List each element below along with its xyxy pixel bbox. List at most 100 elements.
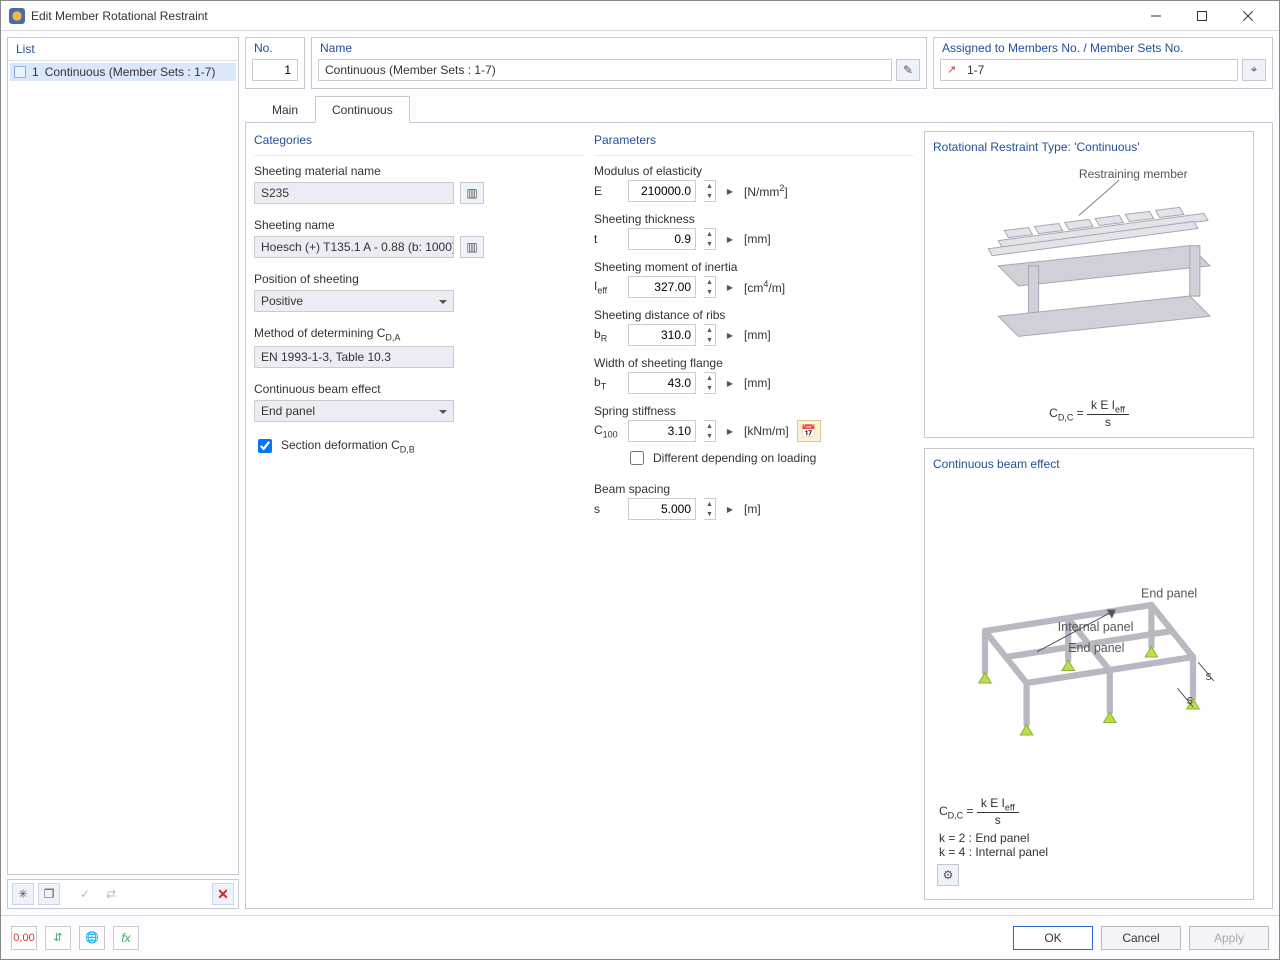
bT-label: Width of sheeting flange (594, 356, 914, 370)
method-input[interactable]: EN 1993-1-3, Table 10.3 (254, 346, 454, 368)
C100-label: Spring stiffness (594, 404, 914, 418)
E-unit: [N/mm2] (744, 183, 788, 199)
s-unit: [m] (744, 502, 761, 516)
apply-button[interactable]: Apply (1189, 926, 1269, 950)
diagram-settings-icon[interactable]: ⚙ (937, 864, 959, 886)
assigned-value: 1-7 (967, 63, 984, 77)
tab-main[interactable]: Main (255, 96, 315, 123)
t-symbol: t (594, 232, 620, 246)
categories-header: Categories (254, 131, 584, 156)
beam-effect-label: Continuous beam effect (254, 382, 584, 396)
list-header: List (8, 38, 238, 61)
tab-continuous[interactable]: Continuous (315, 96, 410, 123)
E-pick-icon[interactable]: ▶ (724, 180, 736, 202)
restraint-type-diagram: Restraining member (933, 160, 1245, 392)
beam-effect-formula: CD,C = k E Ieff s (939, 796, 1239, 827)
svg-text:s: s (1187, 693, 1193, 707)
C100-extra-icon[interactable]: 📅 (797, 420, 821, 442)
method-label: Method of determining CD,A (254, 326, 584, 342)
s-symbol: s (594, 502, 620, 516)
window-title: Edit Member Rotational Restraint (31, 9, 1133, 23)
load-depending-checkbox[interactable] (630, 451, 644, 465)
duplicate-icon[interactable]: ❐ (38, 883, 60, 905)
t-input[interactable] (628, 228, 696, 250)
s-input[interactable] (628, 498, 696, 520)
app-icon (9, 8, 25, 24)
restraint-type-title: Rotational Restraint Type: 'Continuous' (933, 140, 1245, 154)
C100-spinner[interactable]: ▲▼ (704, 420, 716, 442)
beam-effect-diagram: End panel Internal panel End panel s s (933, 477, 1245, 795)
units-icon[interactable]: 0,00 (11, 926, 37, 950)
sheeting-material-input[interactable]: S235 (254, 182, 454, 204)
sheeting-material-label: Sheeting material name (254, 164, 584, 178)
bR-pick-icon[interactable]: ▶ (724, 324, 736, 346)
load-depending-label: Different depending on loading (653, 451, 816, 465)
maximize-button[interactable] (1179, 1, 1225, 31)
I-pick-icon[interactable]: ▶ (724, 276, 736, 298)
material-library-icon[interactable]: ▥ (460, 182, 484, 204)
section-deformation-label: Section deformation CD,B (281, 438, 415, 454)
accept-icon[interactable]: ✓ (74, 883, 96, 905)
view-icon[interactable]: 🌐 (79, 926, 105, 950)
C100-pick-icon[interactable]: ▶ (724, 420, 736, 442)
E-input[interactable] (628, 180, 696, 202)
I-spinner[interactable]: ▲▼ (704, 276, 716, 298)
name-input[interactable]: Continuous (Member Sets : 1-7) (318, 59, 892, 81)
k4-note: k = 4 : Internal panel (939, 845, 1239, 859)
member-icon: ↗ (947, 63, 961, 76)
t-spinner[interactable]: ▲▼ (704, 228, 716, 250)
no-input[interactable] (252, 59, 298, 81)
bT-spinner[interactable]: ▲▼ (704, 372, 716, 394)
I-input[interactable] (628, 276, 696, 298)
delete-icon[interactable]: ✕ (212, 883, 234, 905)
minimize-button[interactable] (1133, 1, 1179, 31)
assigned-input[interactable]: ↗ 1-7 (940, 59, 1238, 81)
k2-note: k = 2 : End panel (939, 831, 1239, 845)
no-label: No. (246, 38, 304, 55)
bR-label: Sheeting distance of ribs (594, 308, 914, 322)
position-combo[interactable]: Positive (254, 290, 454, 312)
bT-pick-icon[interactable]: ▶ (724, 372, 736, 394)
section-deformation-checkbox[interactable] (258, 439, 272, 453)
fx-icon[interactable]: fx (113, 926, 139, 950)
C100-input[interactable] (628, 420, 696, 442)
sheeting-name-label: Sheeting name (254, 218, 584, 232)
s-pick-icon[interactable]: ▶ (724, 498, 736, 520)
s-label: Beam spacing (594, 482, 914, 496)
svg-text:End panel: End panel (1068, 641, 1124, 655)
title-bar: Edit Member Rotational Restraint (1, 1, 1279, 31)
cancel-button[interactable]: Cancel (1101, 926, 1181, 950)
svg-text:s: s (1205, 669, 1211, 683)
t-pick-icon[interactable]: ▶ (724, 228, 736, 250)
sheeting-name-input[interactable]: Hoesch (+) T135.1 A - 0.88 (b: 1000) | D… (254, 236, 454, 258)
ok-button[interactable]: OK (1013, 926, 1093, 950)
list-color-swatch (14, 66, 26, 78)
parameters-header: Parameters (594, 131, 914, 156)
bR-input[interactable] (628, 324, 696, 346)
list-item-label: Continuous (Member Sets : 1-7) (45, 65, 216, 79)
section-library-icon[interactable]: ▥ (460, 236, 484, 258)
t-unit: [mm] (744, 232, 771, 246)
tree-icon[interactable]: ⇵ (45, 926, 71, 950)
beam-effect-combo[interactable]: End panel (254, 400, 454, 422)
E-spinner[interactable]: ▲▼ (704, 180, 716, 202)
pick-members-icon[interactable]: ⌖ (1242, 59, 1266, 81)
beam-effect-panel: Continuous beam effect (924, 448, 1254, 900)
edit-name-icon[interactable]: ✎ (896, 59, 920, 81)
assigned-label: Assigned to Members No. / Member Sets No… (934, 38, 1272, 55)
settings-icon[interactable]: ⇄ (100, 883, 122, 905)
beam-effect-title: Continuous beam effect (933, 457, 1245, 471)
I-label: Sheeting moment of inertia (594, 260, 914, 274)
t-label: Sheeting thickness (594, 212, 914, 226)
new-icon[interactable]: ✳ (12, 883, 34, 905)
bT-input[interactable] (628, 372, 696, 394)
I-symbol: Ieff (594, 279, 620, 295)
restraint-type-panel: Rotational Restraint Type: 'Continuous' … (924, 131, 1254, 438)
list-item[interactable]: 1 Continuous (Member Sets : 1-7) (10, 63, 236, 81)
close-button[interactable] (1225, 1, 1271, 31)
name-label: Name (312, 38, 926, 55)
tab-bar: Main Continuous (245, 95, 1273, 123)
bR-spinner[interactable]: ▲▼ (704, 324, 716, 346)
s-spinner[interactable]: ▲▼ (704, 498, 716, 520)
E-symbol: E (594, 184, 620, 198)
